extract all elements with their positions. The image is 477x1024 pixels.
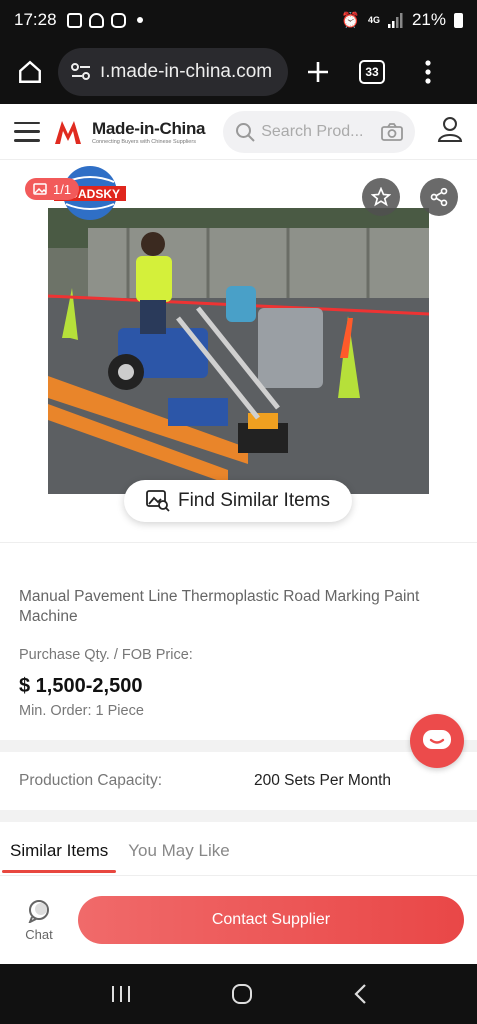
- product-gallery: 1/1 ROADSKY Find Similar Items: [0, 160, 477, 542]
- account-button[interactable]: [437, 116, 463, 147]
- search-placeholder: Search Prod...: [261, 122, 364, 140]
- status-bar: 17:28 ⏰ 4G 21%: [0, 0, 477, 40]
- browser-menu-button[interactable]: [408, 52, 448, 92]
- site-logo[interactable]: Made-in-China Connecting Buyers with Chi…: [54, 118, 206, 145]
- find-similar-label: Find Similar Items: [177, 490, 331, 511]
- home-button[interactable]: [10, 52, 50, 92]
- status-time: 17:28: [14, 10, 57, 29]
- image-icon: [33, 183, 47, 195]
- instagram-icon: [110, 12, 126, 28]
- battery-icon: [454, 12, 463, 28]
- tab-similar-items[interactable]: Similar Items: [1, 841, 117, 875]
- notification-icons: [66, 12, 143, 28]
- browser-toolbar: ı.made-in-china.com 33: [0, 40, 477, 104]
- gallery-icon: [66, 12, 82, 28]
- product-photo[interactable]: [48, 208, 429, 494]
- product-title: Manual Pavement Line Thermoplastic Road …: [19, 588, 420, 625]
- signal-icon: [387, 12, 403, 28]
- alarm-icon: ⏰: [341, 12, 360, 29]
- find-similar-button[interactable]: Find Similar Items: [124, 480, 352, 522]
- image-search-icon: [146, 490, 170, 512]
- camera-search-icon[interactable]: [381, 122, 404, 141]
- battery-label: 21%: [411, 10, 446, 29]
- user-icon: [437, 117, 463, 142]
- share-icon: [430, 187, 448, 207]
- home-nav-icon[interactable]: [231, 983, 253, 1005]
- share-button[interactable]: [420, 178, 458, 216]
- product-info: Manual Pavement Line Thermoplastic Road …: [0, 542, 477, 740]
- plus-icon: [308, 62, 328, 82]
- favorite-button[interactable]: [362, 178, 400, 216]
- menu-icon[interactable]: [14, 121, 40, 142]
- tab-you-may-like[interactable]: You May Like: [128, 841, 229, 875]
- road-marking-machine-image: [48, 208, 429, 494]
- live-chat-button[interactable]: [410, 714, 464, 768]
- logo-subtitle: Connecting Buyers with Chinese Suppliers: [92, 138, 196, 145]
- site-settings-icon[interactable]: [70, 62, 92, 82]
- home-icon: [19, 60, 41, 83]
- system-navigation-bar: [0, 964, 477, 1024]
- network-label: 4G: [367, 15, 380, 25]
- tab-count: 33: [359, 60, 385, 84]
- star-icon: [371, 187, 391, 207]
- url-text: ı.made-in-china.com: [100, 61, 273, 82]
- contact-supplier-button[interactable]: Contact Supplier: [78, 896, 464, 944]
- bottom-action-bar: Chat Contact Supplier: [0, 876, 477, 964]
- recent-apps-icon[interactable]: [110, 984, 132, 1004]
- more-vert-icon: [425, 60, 431, 84]
- chat-icon: [28, 899, 49, 923]
- contact-supplier-label: Contact Supplier: [211, 911, 331, 928]
- site-header: Made-in-China Connecting Buyers with Chi…: [0, 104, 477, 160]
- tab-switcher-button[interactable]: 33: [352, 52, 392, 92]
- image-counter-badge: 1/1: [25, 178, 80, 200]
- chat-bubble-icon: [423, 730, 451, 749]
- address-bar[interactable]: ı.made-in-china.com: [58, 48, 288, 96]
- qty-price-label: Purchase Qty. / FOB Price:: [19, 647, 193, 663]
- recommendation-tabs: Similar Items You May Like: [0, 822, 477, 876]
- logo-title: Made-in-China: [92, 118, 206, 138]
- search-bar[interactable]: Search Prod...: [223, 110, 416, 153]
- chat-label: Chat: [25, 926, 53, 942]
- snapchat-icon: [88, 12, 104, 28]
- logo-mark-icon: [55, 120, 81, 144]
- search-icon: [236, 122, 255, 142]
- back-icon[interactable]: [353, 983, 367, 1005]
- capacity-value: 200 Sets Per Month: [254, 772, 391, 789]
- product-price: $ 1,500-2,500: [19, 675, 143, 697]
- image-counter: 1/1: [53, 181, 72, 197]
- chat-button[interactable]: Chat: [12, 899, 66, 942]
- production-capacity-row: Production Capacity: 200 Sets Per Month: [0, 752, 477, 810]
- more-notifications-icon: [136, 17, 143, 23]
- capacity-label: Production Capacity:: [19, 772, 163, 789]
- min-order: Min. Order: 1 Piece: [19, 703, 144, 719]
- new-tab-button[interactable]: [298, 52, 338, 92]
